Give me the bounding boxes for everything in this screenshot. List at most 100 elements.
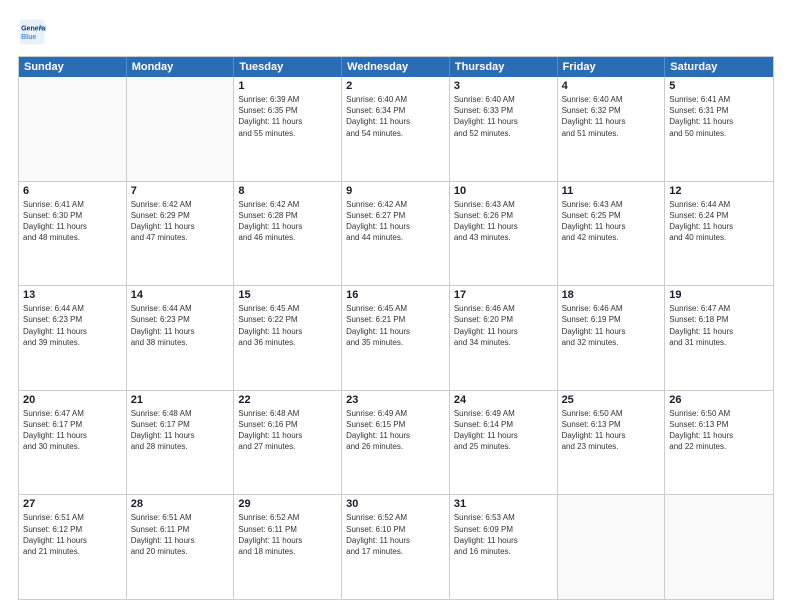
day-header-sunday: Sunday (19, 57, 127, 77)
cell-content: Sunrise: 6:50 AM Sunset: 6:13 PM Dayligh… (669, 408, 769, 453)
day-number: 4 (562, 80, 661, 92)
calendar-cell: 11Sunrise: 6:43 AM Sunset: 6:25 PM Dayli… (558, 182, 666, 286)
calendar-row-2: 13 Sunrise: 6:44 AM Sunset: 6:23 PM Dayli… (19, 285, 773, 390)
cell-content: Sunrise: 6:53 AM Sunset: 6:09 PM Dayligh… (454, 512, 553, 557)
day-number: 23 (346, 394, 445, 406)
calendar-cell: 12 Sunrise: 6:44 AM Sunset: 6:24 PM Dayli… (665, 182, 773, 286)
day-header-tuesday: Tuesday (234, 57, 342, 77)
calendar-cell: 4 Sunrise: 6:40 AM Sunset: 6:32 PM Daylig… (558, 77, 666, 181)
calendar-cell: 2 Sunrise: 6:40 AM Sunset: 6:34 PM Daylig… (342, 77, 450, 181)
calendar-cell: 20 Sunrise: 6:47 AM Sunset: 6:17 PM Dayli… (19, 391, 127, 495)
day-number: 7 (131, 185, 230, 197)
day-header-saturday: Saturday (665, 57, 773, 77)
cell-content: Sunrise: 6:40 AM Sunset: 6:33 PM Dayligh… (454, 94, 553, 139)
cell-content: Sunrise: 6:45 AM Sunset: 6:21 PM Dayligh… (346, 303, 445, 348)
day-number: 27 (23, 498, 122, 510)
calendar-cell: 28 Sunrise: 6:51 AM Sunset: 6:11 PM Dayli… (127, 495, 235, 599)
day-number: 10 (454, 185, 553, 197)
cell-content: Sunrise: 6:44 AM Sunset: 6:23 PM Dayligh… (23, 303, 122, 348)
day-number: 28 (131, 498, 230, 510)
day-number: 18 (562, 289, 661, 301)
cell-content: Sunrise: 6:40 AM Sunset: 6:34 PM Dayligh… (346, 94, 445, 139)
calendar-cell: 24 Sunrise: 6:49 AM Sunset: 6:14 PM Dayli… (450, 391, 558, 495)
calendar-cell: 23 Sunrise: 6:49 AM Sunset: 6:15 PM Dayli… (342, 391, 450, 495)
cell-content: Sunrise: 6:50 AM Sunset: 6:13 PM Dayligh… (562, 408, 661, 453)
calendar-row-4: 27 Sunrise: 6:51 AM Sunset: 6:12 PM Dayli… (19, 494, 773, 599)
calendar-cell: 16Sunrise: 6:45 AM Sunset: 6:21 PM Dayli… (342, 286, 450, 390)
day-number: 1 (238, 80, 337, 92)
calendar-cell: 10 Sunrise: 6:43 AM Sunset: 6:26 PM Dayli… (450, 182, 558, 286)
logo-icon: General Blue (18, 18, 46, 46)
calendar-row-1: 6 Sunrise: 6:41 AM Sunset: 6:30 PM Daylig… (19, 181, 773, 286)
cell-content: Sunrise: 6:46 AM Sunset: 6:19 PM Dayligh… (562, 303, 661, 348)
calendar-cell: 15 Sunrise: 6:45 AM Sunset: 6:22 PM Dayli… (234, 286, 342, 390)
calendar-row-3: 20 Sunrise: 6:47 AM Sunset: 6:17 PM Dayli… (19, 390, 773, 495)
cell-content: Sunrise: 6:44 AM Sunset: 6:24 PM Dayligh… (669, 199, 769, 244)
calendar-cell: 7Sunrise: 6:42 AM Sunset: 6:29 PM Daylig… (127, 182, 235, 286)
calendar-cell: 30Sunrise: 6:52 AM Sunset: 6:10 PM Dayli… (342, 495, 450, 599)
page: General Blue SundayMondayTuesdayWednesda… (0, 0, 792, 612)
day-number: 31 (454, 498, 553, 510)
cell-content: Sunrise: 6:52 AM Sunset: 6:10 PM Dayligh… (346, 512, 445, 557)
cell-content: Sunrise: 6:49 AM Sunset: 6:14 PM Dayligh… (454, 408, 553, 453)
cell-content: Sunrise: 6:47 AM Sunset: 6:18 PM Dayligh… (669, 303, 769, 348)
day-number: 6 (23, 185, 122, 197)
day-number: 11 (562, 185, 661, 197)
calendar-cell (665, 495, 773, 599)
day-number: 19 (669, 289, 769, 301)
calendar-cell (127, 77, 235, 181)
day-number: 20 (23, 394, 122, 406)
cell-content: Sunrise: 6:52 AM Sunset: 6:11 PM Dayligh… (238, 512, 337, 557)
day-number: 2 (346, 80, 445, 92)
day-number: 24 (454, 394, 553, 406)
calendar-cell: 31 Sunrise: 6:53 AM Sunset: 6:09 PM Dayli… (450, 495, 558, 599)
day-number: 25 (562, 394, 661, 406)
day-number: 22 (238, 394, 337, 406)
calendar: SundayMondayTuesdayWednesdayThursdayFrid… (18, 56, 774, 600)
cell-content: Sunrise: 6:45 AM Sunset: 6:22 PM Dayligh… (238, 303, 337, 348)
calendar-row-0: 1Sunrise: 6:39 AM Sunset: 6:35 PM Daylig… (19, 77, 773, 181)
day-header-friday: Friday (558, 57, 666, 77)
calendar-cell: 5Sunrise: 6:41 AM Sunset: 6:31 PM Daylig… (665, 77, 773, 181)
calendar-cell: 1Sunrise: 6:39 AM Sunset: 6:35 PM Daylig… (234, 77, 342, 181)
day-number: 15 (238, 289, 337, 301)
day-header-wednesday: Wednesday (342, 57, 450, 77)
cell-content: Sunrise: 6:47 AM Sunset: 6:17 PM Dayligh… (23, 408, 122, 453)
day-number: 13 (23, 289, 122, 301)
cell-content: Sunrise: 6:51 AM Sunset: 6:11 PM Dayligh… (131, 512, 230, 557)
calendar-cell: 14 Sunrise: 6:44 AM Sunset: 6:23 PM Dayli… (127, 286, 235, 390)
calendar-cell: 22 Sunrise: 6:48 AM Sunset: 6:16 PM Dayli… (234, 391, 342, 495)
logo: General Blue (18, 18, 50, 46)
day-number: 3 (454, 80, 553, 92)
calendar-cell: 6 Sunrise: 6:41 AM Sunset: 6:30 PM Daylig… (19, 182, 127, 286)
calendar-cell: 18 Sunrise: 6:46 AM Sunset: 6:19 PM Dayli… (558, 286, 666, 390)
cell-content: Sunrise: 6:40 AM Sunset: 6:32 PM Dayligh… (562, 94, 661, 139)
calendar-cell (19, 77, 127, 181)
day-number: 12 (669, 185, 769, 197)
calendar-cell: 8Sunrise: 6:42 AM Sunset: 6:28 PM Daylig… (234, 182, 342, 286)
day-number: 17 (454, 289, 553, 301)
day-number: 9 (346, 185, 445, 197)
calendar-cell: 17 Sunrise: 6:46 AM Sunset: 6:20 PM Dayli… (450, 286, 558, 390)
calendar-cell: 25 Sunrise: 6:50 AM Sunset: 6:13 PM Dayli… (558, 391, 666, 495)
day-number: 26 (669, 394, 769, 406)
cell-content: Sunrise: 6:43 AM Sunset: 6:26 PM Dayligh… (454, 199, 553, 244)
cell-content: Sunrise: 6:46 AM Sunset: 6:20 PM Dayligh… (454, 303, 553, 348)
cell-content: Sunrise: 6:51 AM Sunset: 6:12 PM Dayligh… (23, 512, 122, 557)
cell-content: Sunrise: 6:41 AM Sunset: 6:31 PM Dayligh… (669, 94, 769, 139)
day-number: 14 (131, 289, 230, 301)
cell-content: Sunrise: 6:48 AM Sunset: 6:17 PM Dayligh… (131, 408, 230, 453)
calendar-header: SundayMondayTuesdayWednesdayThursdayFrid… (19, 57, 773, 77)
cell-content: Sunrise: 6:49 AM Sunset: 6:15 PM Dayligh… (346, 408, 445, 453)
day-header-thursday: Thursday (450, 57, 558, 77)
header: General Blue (18, 18, 774, 46)
calendar-cell: 13 Sunrise: 6:44 AM Sunset: 6:23 PM Dayli… (19, 286, 127, 390)
svg-text:Blue: Blue (21, 34, 36, 41)
cell-content: Sunrise: 6:41 AM Sunset: 6:30 PM Dayligh… (23, 199, 122, 244)
cell-content: Sunrise: 6:48 AM Sunset: 6:16 PM Dayligh… (238, 408, 337, 453)
calendar-cell: 29Sunrise: 6:52 AM Sunset: 6:11 PM Dayli… (234, 495, 342, 599)
svg-text:General: General (21, 25, 46, 32)
calendar-cell: 26 Sunrise: 6:50 AM Sunset: 6:13 PM Dayli… (665, 391, 773, 495)
calendar-body: 1Sunrise: 6:39 AM Sunset: 6:35 PM Daylig… (19, 77, 773, 599)
cell-content: Sunrise: 6:44 AM Sunset: 6:23 PM Dayligh… (131, 303, 230, 348)
